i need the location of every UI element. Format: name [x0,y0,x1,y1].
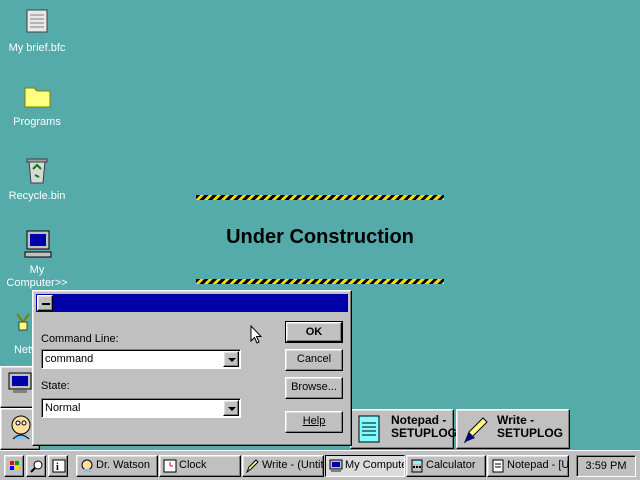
tile-label: Notepad - SETUPLOG [391,413,458,440]
notepad-icon [491,459,505,473]
tile-label: Write - SETUPLOG [497,413,564,440]
notepad-icon [355,414,383,444]
command-line-value[interactable]: command [45,353,93,365]
command-line-label: Command Line: [41,333,119,345]
quick-launch-1[interactable] [4,455,24,477]
desktop-icon-my-computer[interactable]: My Computer>> [0,228,74,290]
dialog-titlebar[interactable] [36,294,348,312]
under-construction-banner: Under Construction [226,226,414,248]
desktop-icon-recycle-bin[interactable]: Recycle.bin [0,154,74,203]
command-line-combobox[interactable]: command [41,349,241,369]
state-value[interactable]: Normal [45,402,80,414]
help-button[interactable]: Help [285,411,343,433]
info-icon: i [52,459,66,476]
construction-stripe-bottom [196,279,444,284]
computer-icon [21,228,53,260]
desktop-icon-label: Programs [13,116,61,128]
quick-launch-3[interactable]: i [48,455,68,477]
computer-icon [329,459,343,473]
dr-watson-large-icon [7,413,35,448]
write-pen-icon [461,414,489,444]
desktop-icon-label: Recycle.bin [8,190,66,202]
clock-icon [163,459,177,473]
state-label: State: [41,380,70,392]
taskbar-clock[interactable]: 3:59 PM [576,455,636,477]
taskbar-button-dr-watson[interactable]: Dr. Watson [76,455,158,477]
taskbar-button-notepad[interactable]: Notepad - [U [487,455,569,477]
taskbar-button-write[interactable]: Write - (Untit [242,455,324,477]
system-menu-button[interactable] [37,295,53,311]
desktop-icon-my-brief[interactable]: My brief.bfc [0,6,74,55]
browse-button[interactable]: Browse... [285,377,343,399]
taskbar: i Dr. Watson Clock Write - (Untit My Com… [0,450,640,480]
flag-icon [8,459,22,476]
ok-button[interactable]: OK [285,321,343,343]
magnifier-icon [30,459,44,476]
tile-write[interactable]: Write - SETUPLOG [456,409,570,449]
desktop-icon-programs[interactable]: Programs [0,80,74,129]
briefcase-icon [21,6,53,38]
dropdown-arrow-icon[interactable] [223,351,239,367]
cancel-button[interactable]: Cancel [285,349,343,371]
taskbar-button-clock[interactable]: Clock [159,455,241,477]
run-dialog: Command Line: command State: Normal OK C… [32,290,352,446]
monitor-icon [7,371,33,398]
folder-icon [21,80,53,112]
quick-launch-2[interactable] [26,455,46,477]
desktop-icon-label: My brief.bfc [8,42,66,54]
taskbar-button-calculator[interactable]: Calculator [406,455,486,477]
construction-stripe-top [196,195,444,200]
taskbar-button-my-computer[interactable]: My Compute [325,455,405,477]
mouse-cursor-icon [250,325,262,344]
recycle-bin-icon [21,154,53,186]
dr-watson-icon [80,459,94,473]
dropdown-arrow-icon[interactable] [223,400,239,416]
write-pen-icon [245,459,260,474]
calculator-icon [410,459,424,473]
desktop-icon-label: My Computer>> [6,264,68,289]
svg-text:i: i [56,462,59,473]
state-combobox[interactable]: Normal [41,398,241,418]
tile-notepad[interactable]: Notepad - SETUPLOG [350,409,458,449]
